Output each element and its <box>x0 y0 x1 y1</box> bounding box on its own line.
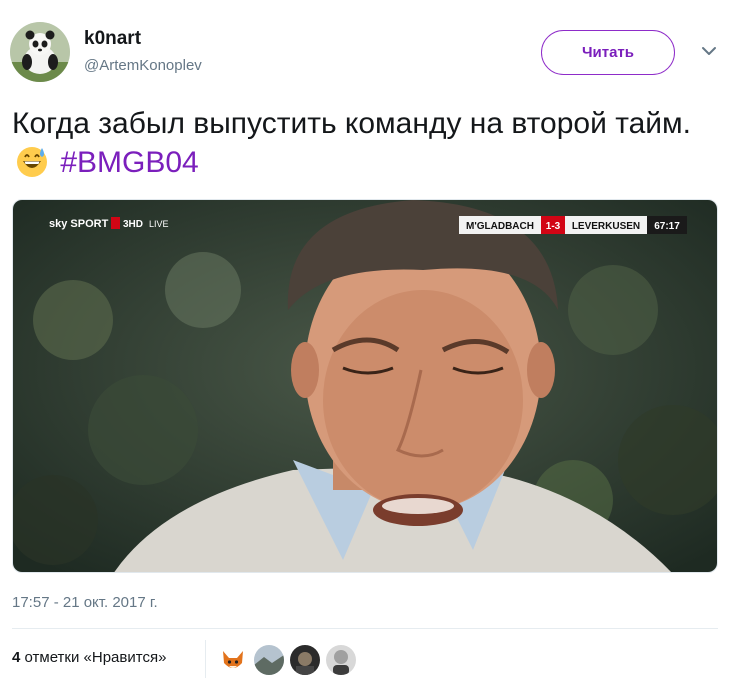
broadcaster-logo: sky SPORT <box>49 218 109 230</box>
scoreboard: M'GLADBACH 1-3 LEVERKUSEN 67:17 <box>459 216 687 234</box>
live-label: LIVE <box>149 219 169 229</box>
tweet-text: Когда забыл выпустить команду на второй … <box>12 104 717 182</box>
author-handle[interactable]: @ArtemKonoplev <box>84 57 202 74</box>
likes-count[interactable]: 4 отметки «Нравится» <box>12 649 166 666</box>
author-avatar[interactable] <box>10 22 70 82</box>
liker-avatar-man[interactable] <box>326 645 356 675</box>
away-team: LEVERKUSEN <box>572 221 640 232</box>
tweet-media-image[interactable]: sky SPORT 3HD LIVE M'GLADBACH 1-3 LEVERK… <box>12 199 718 573</box>
grinning-sweat-emoji <box>16 146 48 178</box>
divider <box>205 640 206 678</box>
panda-avatar-icon <box>10 22 70 82</box>
tweet-header: k0nart @ArtemKonoplev Читать <box>10 22 720 82</box>
tweet-body: Когда забыл выпустить команду на второй … <box>12 107 691 140</box>
score: 1-3 <box>546 221 561 232</box>
liker-avatar-fox[interactable] <box>218 645 248 675</box>
divider <box>12 628 718 629</box>
follow-button[interactable]: Читать <box>541 30 675 75</box>
likes-number: 4 <box>12 649 21 666</box>
likes-label: отметки «Нравится» <box>24 649 167 666</box>
chevron-down-icon[interactable] <box>700 42 718 60</box>
tweet-timestamp[interactable]: 17:57 - 21 окт. 2017 г. <box>12 594 158 611</box>
home-team: M'GLADBACH <box>466 221 534 232</box>
author-display-name[interactable]: k0nart <box>84 28 141 50</box>
channel-label: 3HD <box>123 219 143 230</box>
likers-list <box>218 645 356 675</box>
liker-avatar-landscape[interactable] <box>254 645 284 675</box>
bundesliga-icon <box>111 217 120 229</box>
match-clock: 67:17 <box>654 221 680 232</box>
liker-avatar-dark[interactable] <box>290 645 320 675</box>
hashtag-link[interactable]: #BMGB04 <box>60 146 198 179</box>
